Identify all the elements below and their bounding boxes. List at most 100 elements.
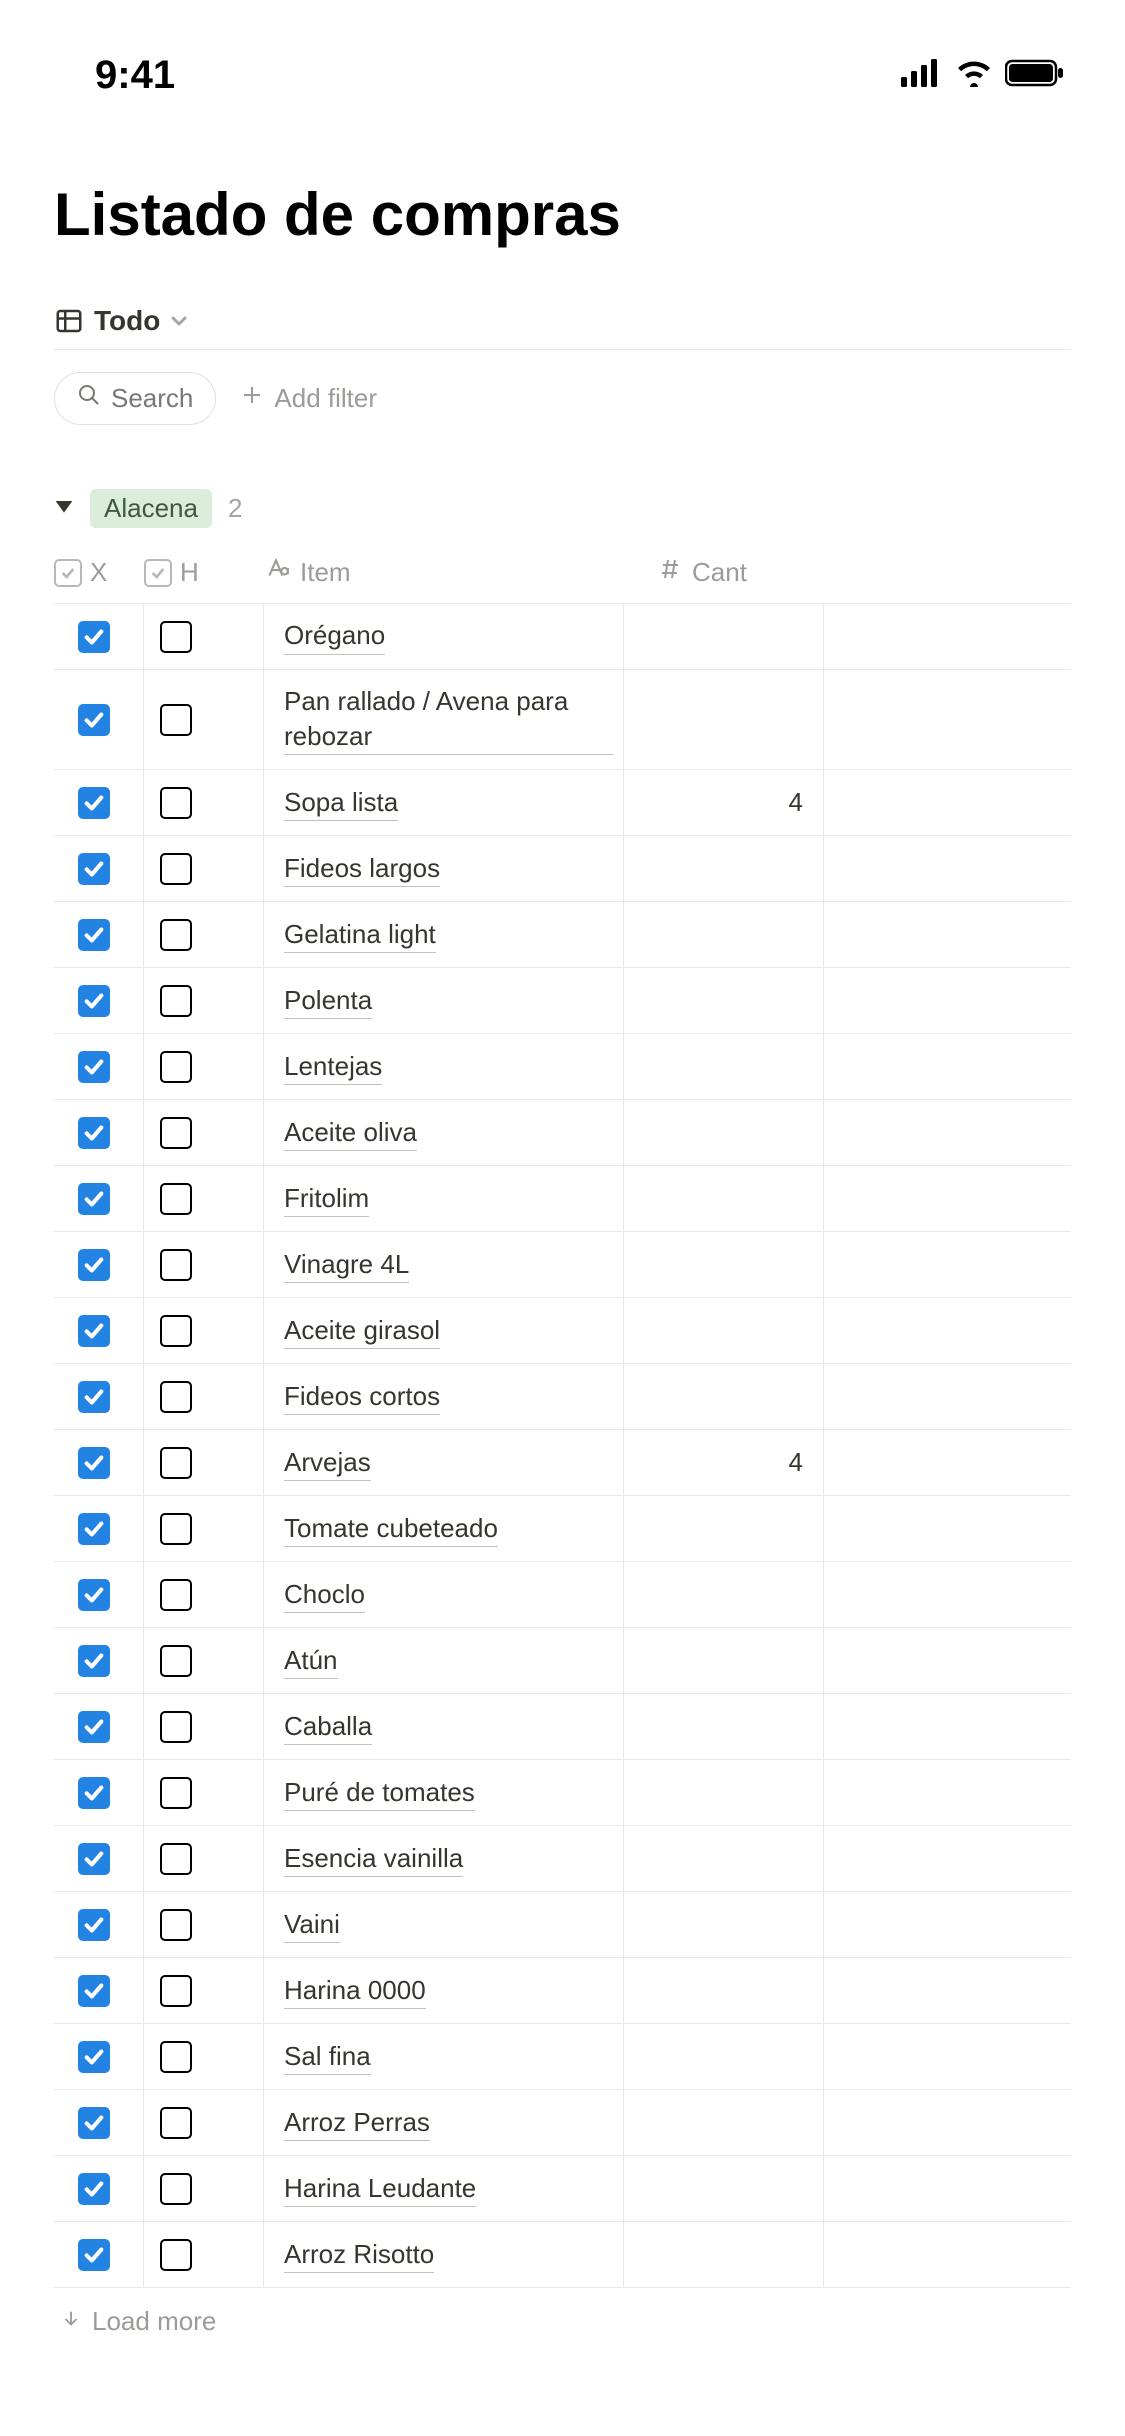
column-header-h[interactable]: H: [144, 557, 264, 588]
checkbox-x[interactable]: [78, 919, 110, 951]
cell-item[interactable]: Arvejas: [264, 1430, 624, 1495]
checkbox-h[interactable]: [160, 1249, 192, 1281]
checkbox-h[interactable]: [160, 1315, 192, 1347]
cell-item[interactable]: Arroz Perras: [264, 2090, 624, 2155]
cell-cant[interactable]: [624, 968, 824, 1033]
cell-cant[interactable]: [624, 2024, 824, 2089]
cell-cant[interactable]: [624, 1298, 824, 1363]
checkbox-h[interactable]: [160, 1909, 192, 1941]
cell-item[interactable]: Orégano: [264, 604, 624, 669]
checkbox-h[interactable]: [160, 1579, 192, 1611]
checkbox-x[interactable]: [78, 1909, 110, 1941]
cell-cant[interactable]: [624, 2222, 824, 2287]
checkbox-x[interactable]: [78, 621, 110, 653]
checkbox-h[interactable]: [160, 1051, 192, 1083]
checkbox-h[interactable]: [160, 621, 192, 653]
cell-item[interactable]: Fideos cortos: [264, 1364, 624, 1429]
checkbox-h[interactable]: [160, 1975, 192, 2007]
cell-cant[interactable]: [624, 1760, 824, 1825]
cell-item[interactable]: Polenta: [264, 968, 624, 1033]
checkbox-h[interactable]: [160, 1843, 192, 1875]
checkbox-x[interactable]: [78, 1513, 110, 1545]
table-row[interactable]: Arroz Perras: [54, 2090, 1071, 2156]
checkbox-h[interactable]: [160, 985, 192, 1017]
checkbox-h[interactable]: [160, 1645, 192, 1677]
cell-item[interactable]: Fideos largos: [264, 836, 624, 901]
checkbox-x[interactable]: [78, 1975, 110, 2007]
checkbox-x[interactable]: [78, 2107, 110, 2139]
table-row[interactable]: Caballa: [54, 1694, 1071, 1760]
cell-cant[interactable]: [624, 1826, 824, 1891]
cell-item[interactable]: Choclo: [264, 1562, 624, 1627]
checkbox-h[interactable]: [160, 1711, 192, 1743]
checkbox-x[interactable]: [78, 787, 110, 819]
table-row[interactable]: Arvejas4: [54, 1430, 1071, 1496]
table-row[interactable]: Sal fina: [54, 2024, 1071, 2090]
checkbox-x[interactable]: [78, 1381, 110, 1413]
table-row[interactable]: Gelatina light: [54, 902, 1071, 968]
table-row[interactable]: Tomate cubeteado: [54, 1496, 1071, 1562]
column-header-cant[interactable]: Cant: [624, 557, 824, 588]
checkbox-h[interactable]: [160, 2107, 192, 2139]
checkbox-h[interactable]: [160, 853, 192, 885]
cell-cant[interactable]: [624, 902, 824, 967]
view-selector[interactable]: Todo: [54, 305, 188, 337]
checkbox-x[interactable]: [78, 2239, 110, 2271]
cell-item[interactable]: Harina 0000: [264, 1958, 624, 2023]
cell-cant[interactable]: [624, 836, 824, 901]
checkbox-x[interactable]: [78, 853, 110, 885]
table-row[interactable]: Orégano: [54, 604, 1071, 670]
table-row[interactable]: Puré de tomates: [54, 1760, 1071, 1826]
cell-cant[interactable]: [624, 2156, 824, 2221]
table-row[interactable]: Lentejas: [54, 1034, 1071, 1100]
cell-item[interactable]: Sal fina: [264, 2024, 624, 2089]
cell-cant[interactable]: [624, 2090, 824, 2155]
load-more-button[interactable]: Load more: [54, 2288, 1071, 2355]
checkbox-x[interactable]: [78, 1843, 110, 1875]
table-row[interactable]: Fritolim: [54, 1166, 1071, 1232]
cell-cant[interactable]: [624, 1034, 824, 1099]
checkbox-h[interactable]: [160, 1513, 192, 1545]
checkbox-x[interactable]: [78, 1447, 110, 1479]
cell-cant[interactable]: [624, 1562, 824, 1627]
checkbox-x[interactable]: [78, 1183, 110, 1215]
checkbox-x[interactable]: [78, 1117, 110, 1149]
column-header-item[interactable]: Item: [264, 556, 624, 589]
checkbox-x[interactable]: [78, 1051, 110, 1083]
cell-cant[interactable]: [624, 1958, 824, 2023]
search-button[interactable]: Search: [54, 372, 216, 425]
cell-cant[interactable]: 4: [624, 770, 824, 835]
checkbox-x[interactable]: [78, 1777, 110, 1809]
checkbox-x[interactable]: [78, 1315, 110, 1347]
cell-cant[interactable]: [624, 1232, 824, 1297]
cell-item[interactable]: Gelatina light: [264, 902, 624, 967]
table-row[interactable]: Polenta: [54, 968, 1071, 1034]
table-row[interactable]: Choclo: [54, 1562, 1071, 1628]
table-row[interactable]: Arroz Risotto: [54, 2222, 1071, 2288]
group-tag[interactable]: Alacena: [90, 489, 212, 528]
cell-cant[interactable]: [624, 604, 824, 669]
table-row[interactable]: Vinagre 4L: [54, 1232, 1071, 1298]
checkbox-x[interactable]: [78, 704, 110, 736]
checkbox-x[interactable]: [78, 1645, 110, 1677]
cell-cant[interactable]: [624, 1628, 824, 1693]
table-row[interactable]: Sopa lista4: [54, 770, 1071, 836]
table-row[interactable]: Vaini: [54, 1892, 1071, 1958]
checkbox-h[interactable]: [160, 2173, 192, 2205]
table-row[interactable]: Pan rallado / Avena para rebozar: [54, 670, 1071, 770]
checkbox-h[interactable]: [160, 2239, 192, 2271]
cell-cant[interactable]: 4: [624, 1430, 824, 1495]
cell-item[interactable]: Sopa lista: [264, 770, 624, 835]
checkbox-h[interactable]: [160, 787, 192, 819]
checkbox-h[interactable]: [160, 919, 192, 951]
group-collapse-toggle[interactable]: [54, 496, 74, 521]
checkbox-h[interactable]: [160, 1183, 192, 1215]
checkbox-h[interactable]: [160, 1447, 192, 1479]
checkbox-x[interactable]: [78, 985, 110, 1017]
table-row[interactable]: Fideos cortos: [54, 1364, 1071, 1430]
table-row[interactable]: Aceite girasol: [54, 1298, 1071, 1364]
cell-item[interactable]: Arroz Risotto: [264, 2222, 624, 2287]
cell-item[interactable]: Aceite oliva: [264, 1100, 624, 1165]
checkbox-h[interactable]: [160, 2041, 192, 2073]
cell-item[interactable]: Esencia vainilla: [264, 1826, 624, 1891]
